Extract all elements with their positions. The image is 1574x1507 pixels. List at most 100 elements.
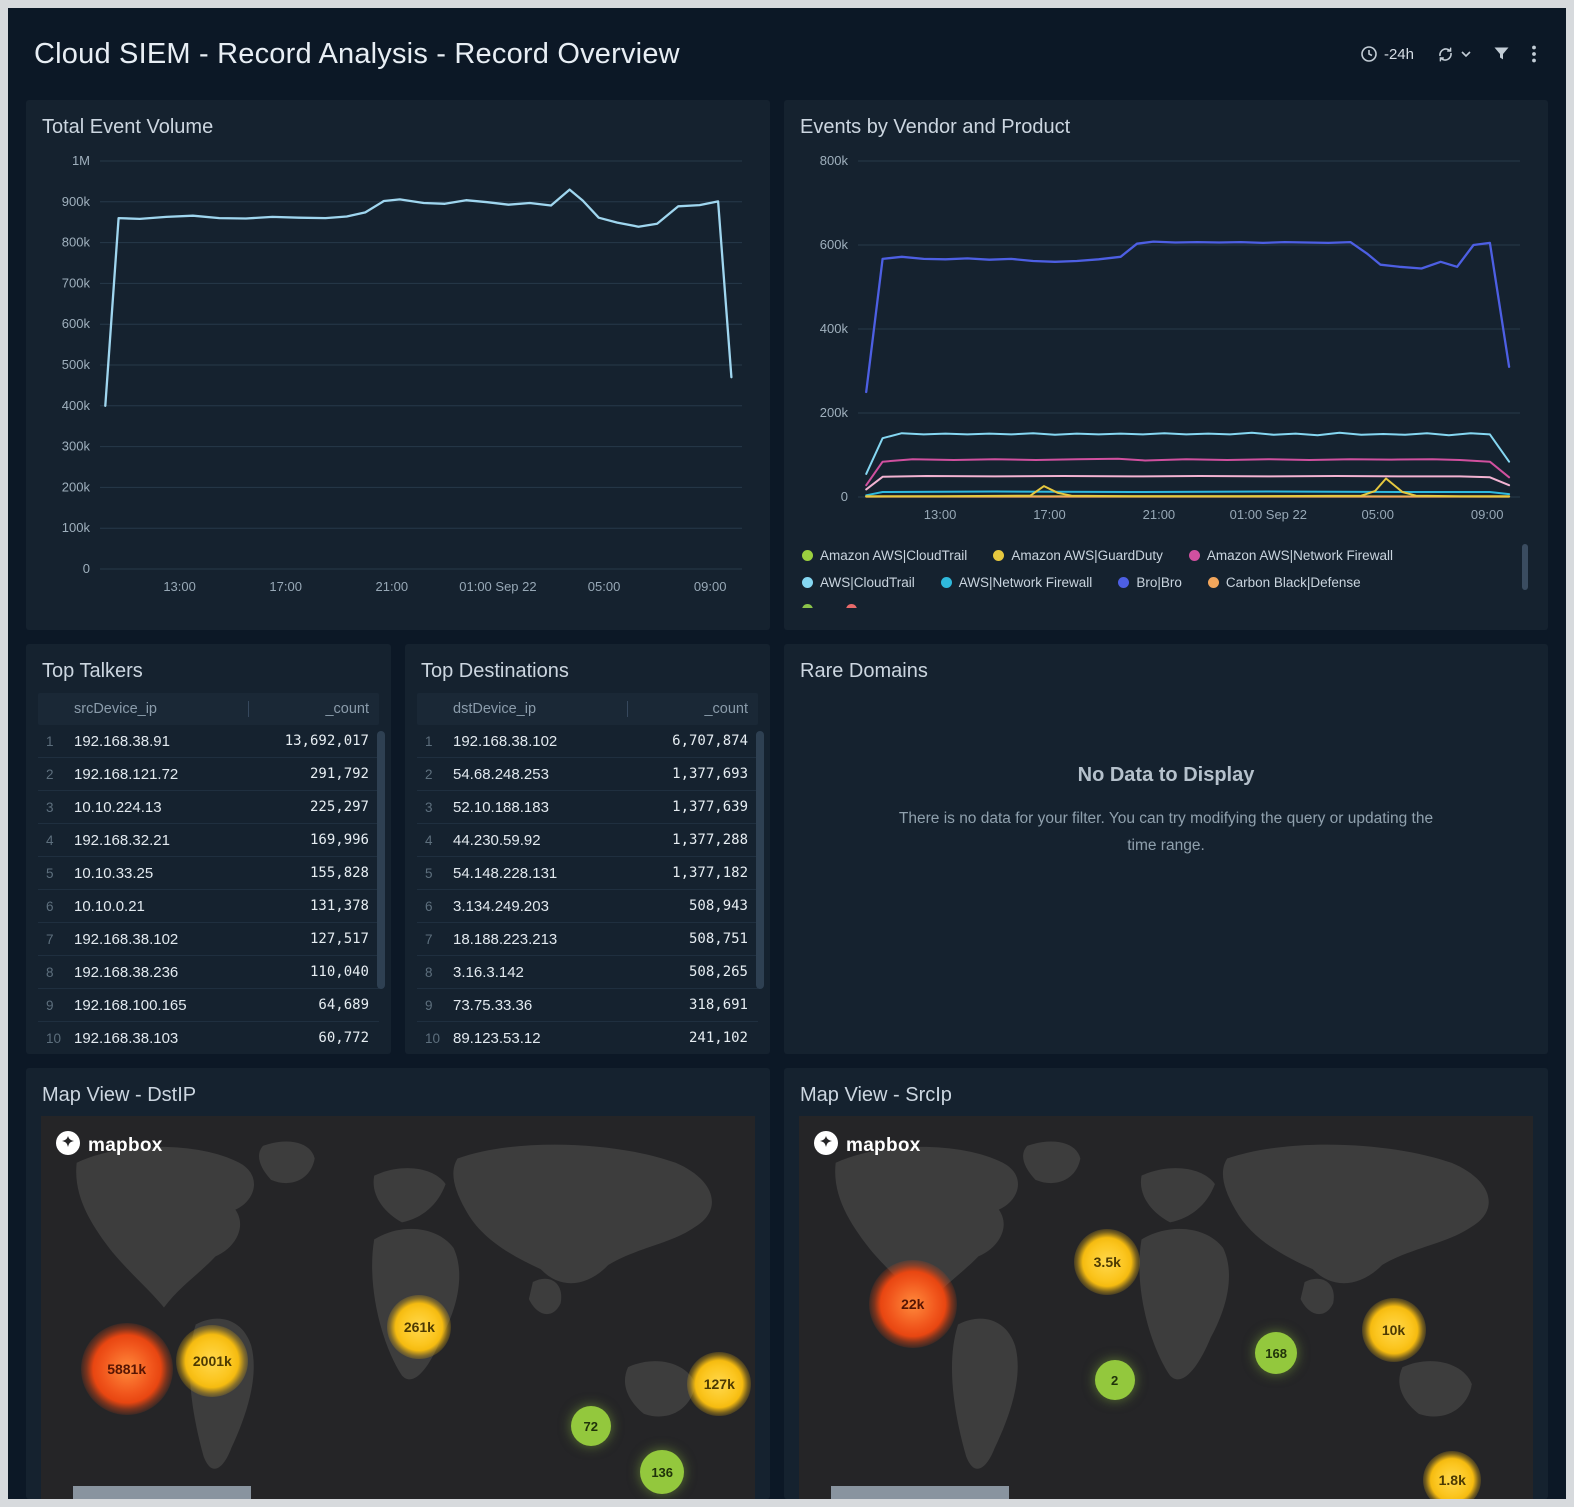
events-by-vendor-chartwrap: 0200k400k600k800k13:0017:0021:0001:00 Se… bbox=[784, 145, 1548, 532]
filter-button[interactable] bbox=[1493, 46, 1510, 62]
table-row[interactable]: 352.10.188.1831,377,639 bbox=[417, 791, 758, 824]
table-scrollbar[interactable] bbox=[377, 731, 385, 989]
column-header-count[interactable]: _count bbox=[259, 701, 369, 717]
legend-item[interactable]: AWS|CloudTrail bbox=[802, 575, 915, 590]
table-row[interactable]: 554.148.228.1311,377,182 bbox=[417, 857, 758, 890]
legend-item[interactable]: AWS|Network Firewall bbox=[941, 575, 1093, 590]
map-bubble[interactable]: 168 bbox=[1255, 1332, 1297, 1374]
ip-cell: 192.168.100.165 bbox=[74, 997, 239, 1014]
refresh-control[interactable] bbox=[1436, 45, 1471, 64]
count-cell: 6,707,874 bbox=[618, 733, 748, 749]
row-maps: Map View - DstIP bbox=[8, 1068, 1566, 1499]
map-bubble[interactable]: 5881k bbox=[81, 1323, 173, 1415]
column-separator bbox=[627, 701, 628, 717]
mapbox-attribution[interactable]: mapbox bbox=[813, 1130, 921, 1161]
panel-title: Events by Vendor and Product bbox=[784, 100, 1548, 145]
svg-text:400k: 400k bbox=[62, 398, 91, 413]
legend-item[interactable] bbox=[846, 604, 864, 608]
map-bubble[interactable]: 10k bbox=[1362, 1298, 1426, 1362]
map-bubble[interactable]: 2001k bbox=[176, 1325, 248, 1397]
table-row[interactable]: 7192.168.38.102127,517 bbox=[38, 923, 379, 956]
column-header-srcdevice-ip[interactable]: srcDevice_ip bbox=[74, 701, 248, 717]
map-bubble[interactable]: 2 bbox=[1095, 1360, 1135, 1400]
table-row[interactable]: 8192.168.38.236110,040 bbox=[38, 956, 379, 989]
table-header[interactable]: dstDevice_ip _count bbox=[417, 693, 758, 725]
table-row[interactable]: 9192.168.100.16564,689 bbox=[38, 989, 379, 1022]
map-bubble[interactable]: 136 bbox=[640, 1450, 684, 1494]
legend-dot-icon bbox=[1189, 550, 1200, 561]
table-header[interactable]: srcDevice_ip _count bbox=[38, 693, 379, 725]
svg-text:0: 0 bbox=[83, 561, 90, 576]
row-index: 2 bbox=[417, 767, 453, 782]
map-bubble[interactable]: 127k bbox=[687, 1352, 751, 1416]
panel-title: Top Talkers bbox=[26, 644, 391, 689]
time-range-label: -24h bbox=[1384, 46, 1414, 63]
map-bubble[interactable]: 72 bbox=[571, 1406, 611, 1446]
count-cell: 169,996 bbox=[239, 832, 369, 848]
table-row[interactable]: 4192.168.32.21169,996 bbox=[38, 824, 379, 857]
top-talkers-rows: 1192.168.38.9113,692,0172192.168.121.722… bbox=[38, 725, 379, 1049]
count-cell: 64,689 bbox=[239, 997, 369, 1013]
row-index: 4 bbox=[417, 833, 453, 848]
map-bubble[interactable]: 3.5k bbox=[1074, 1229, 1140, 1295]
ip-cell: 192.168.38.236 bbox=[74, 964, 239, 981]
svg-text:21:00: 21:00 bbox=[1143, 507, 1176, 522]
table-row[interactable]: 254.68.248.2531,377,693 bbox=[417, 758, 758, 791]
map-dstip-canvas[interactable]: mapbox 5881k2001k 261k 127k 72 136 bbox=[41, 1116, 755, 1499]
table-row[interactable]: 1192.168.38.9113,692,017 bbox=[38, 725, 379, 758]
clock-icon bbox=[1360, 45, 1378, 63]
panel-events-by-vendor: Events by Vendor and Product 0200k400k60… bbox=[784, 100, 1548, 630]
table-row[interactable]: 2192.168.121.72291,792 bbox=[38, 758, 379, 791]
ip-cell: 192.168.121.72 bbox=[74, 766, 239, 783]
table-row[interactable]: 63.134.249.203508,943 bbox=[417, 890, 758, 923]
table-scrollbar[interactable] bbox=[756, 731, 764, 989]
svg-text:200k: 200k bbox=[62, 479, 91, 494]
table-row[interactable]: 10192.168.38.10360,772 bbox=[38, 1022, 379, 1049]
legend-scrollbar[interactable] bbox=[1522, 544, 1528, 590]
table-row[interactable]: 83.16.3.142508,265 bbox=[417, 956, 758, 989]
map-srcip-canvas[interactable]: mapbox 22k3.5k216810k1.8k bbox=[799, 1116, 1533, 1499]
svg-text:600k: 600k bbox=[62, 316, 91, 331]
legend-item[interactable]: Bro|Bro bbox=[1118, 575, 1182, 590]
svg-text:13:00: 13:00 bbox=[924, 507, 957, 522]
svg-text:01:00 Sep 22: 01:00 Sep 22 bbox=[1230, 507, 1307, 522]
column-header-count[interactable]: _count bbox=[638, 701, 748, 717]
legend-item[interactable] bbox=[802, 604, 820, 608]
column-header-dstdevice-ip[interactable]: dstDevice_ip bbox=[453, 701, 627, 717]
ip-cell: 18.188.223.213 bbox=[453, 931, 618, 948]
table-row[interactable]: 444.230.59.921,377,288 bbox=[417, 824, 758, 857]
total-event-volume-chart[interactable]: 0100k200k300k400k500k600k700k800k900k1M1… bbox=[42, 147, 754, 599]
table-row[interactable]: 610.10.0.21131,378 bbox=[38, 890, 379, 923]
dashboard: Cloud SIEM - Record Analysis - Record Ov… bbox=[0, 0, 1574, 1507]
top-destinations-rows: 1192.168.38.1026,707,874254.68.248.2531,… bbox=[417, 725, 758, 1049]
table-row[interactable]: 973.75.33.36318,691 bbox=[417, 989, 758, 1022]
table-row[interactable]: 510.10.33.25155,828 bbox=[38, 857, 379, 890]
legend-item[interactable]: Amazon AWS|GuardDuty bbox=[993, 548, 1163, 563]
panel-title: Rare Domains bbox=[784, 644, 1548, 689]
ip-cell: 89.123.53.12 bbox=[453, 1030, 618, 1047]
table-row[interactable]: 1089.123.53.12241,102 bbox=[417, 1022, 758, 1049]
kebab-menu-button[interactable] bbox=[1532, 45, 1536, 63]
legend-item[interactable]: Amazon AWS|Network Firewall bbox=[1189, 548, 1393, 563]
legend-item[interactable]: Amazon AWS|CloudTrail bbox=[802, 548, 967, 563]
map-bubble[interactable]: 261k bbox=[387, 1295, 451, 1359]
events-by-vendor-chart[interactable]: 0200k400k600k800k13:0017:0021:0001:00 Se… bbox=[800, 147, 1532, 527]
table-row[interactable]: 1192.168.38.1026,707,874 bbox=[417, 725, 758, 758]
total-event-volume-chartwrap: 0100k200k300k400k500k600k700k800k900k1M1… bbox=[26, 145, 770, 604]
row-index: 3 bbox=[417, 800, 453, 815]
ip-cell: 192.168.38.102 bbox=[453, 733, 618, 750]
panel-map-srcip: Map View - SrcIp bbox=[784, 1068, 1548, 1499]
legend-item[interactable]: Carbon Black|Defense bbox=[1208, 575, 1361, 590]
ip-cell: 10.10.33.25 bbox=[74, 865, 239, 882]
table-row[interactable]: 718.188.223.213508,751 bbox=[417, 923, 758, 956]
panel-title: Top Destinations bbox=[405, 644, 770, 689]
map-bubble[interactable]: 22k bbox=[869, 1260, 957, 1348]
svg-text:300k: 300k bbox=[62, 439, 91, 454]
mapbox-attribution[interactable]: mapbox bbox=[55, 1130, 163, 1161]
time-range-control[interactable]: -24h bbox=[1360, 45, 1414, 63]
count-cell: 60,772 bbox=[239, 1030, 369, 1046]
table-row[interactable]: 310.10.224.13225,297 bbox=[38, 791, 379, 824]
ip-cell: 54.68.248.253 bbox=[453, 766, 618, 783]
count-cell: 291,792 bbox=[239, 766, 369, 782]
row-tables: Top Talkers srcDevice_ip _count 1192.168… bbox=[8, 644, 1566, 1054]
